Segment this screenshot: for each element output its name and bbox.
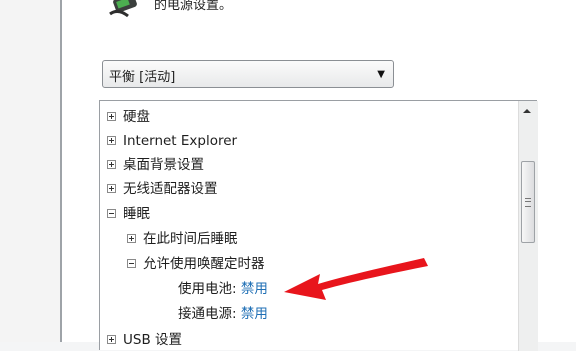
setting-value-link[interactable]: 禁用: [241, 281, 268, 297]
power-plan-select[interactable]: 平衡 [活动] ▼: [102, 60, 394, 88]
expand-plus-icon[interactable]: [107, 184, 116, 193]
header-description: 的电源设置。: [154, 0, 233, 13]
expand-plus-icon[interactable]: [107, 335, 116, 344]
left-pane: [0, 0, 60, 342]
battery-plug-icon: [106, 0, 146, 28]
setting-value-link[interactable]: 禁用: [241, 306, 268, 322]
setting-label: 接通电源:: [178, 306, 237, 322]
dropdown-arrow-icon[interactable]: ▼: [377, 69, 385, 80]
scrollbar-thumb[interactable]: [521, 161, 535, 243]
setting-label: 使用电池:: [178, 281, 237, 297]
tree-item-label: 桌面背景设置: [123, 157, 204, 173]
tree-item-label: 在此时间后睡眠: [143, 231, 238, 247]
power-plan-value: 平衡 [活动]: [109, 70, 176, 85]
tree-item-label: 允许使用唤醒定时器: [143, 256, 265, 272]
expand-plus-icon[interactable]: [107, 160, 116, 169]
expand-plus-icon[interactable]: [107, 112, 116, 121]
expand-plus-icon[interactable]: [107, 136, 116, 145]
scroll-up-arrow-icon[interactable]: [523, 109, 531, 113]
expand-plus-icon[interactable]: [127, 234, 136, 243]
tree-item-label: 无线适配器设置: [123, 181, 218, 197]
power-options-dialog: 的电源设置。 平衡 [活动] ▼ 硬盘 Internet Explorer 桌面…: [62, 0, 576, 351]
collapse-minus-icon[interactable]: [127, 259, 136, 268]
tree-item-label: Internet Explorer: [123, 133, 238, 149]
tree-item-on-battery[interactable]: 使用电池: 禁用: [178, 279, 268, 299]
tree-item-label: 硬盘: [123, 109, 150, 125]
vertical-scrollbar[interactable]: [518, 101, 538, 351]
collapse-minus-icon[interactable]: [107, 209, 116, 218]
tree-item-label: 睡眠: [123, 206, 150, 222]
settings-tree: 硬盘 Internet Explorer 桌面背景设置 无线适配器设置 睡眠 在…: [99, 100, 538, 351]
tree-item-plugged-in[interactable]: 接通电源: 禁用: [178, 304, 268, 324]
grip-icon: [525, 198, 531, 207]
tree-item-label: USB 设置: [123, 332, 183, 348]
